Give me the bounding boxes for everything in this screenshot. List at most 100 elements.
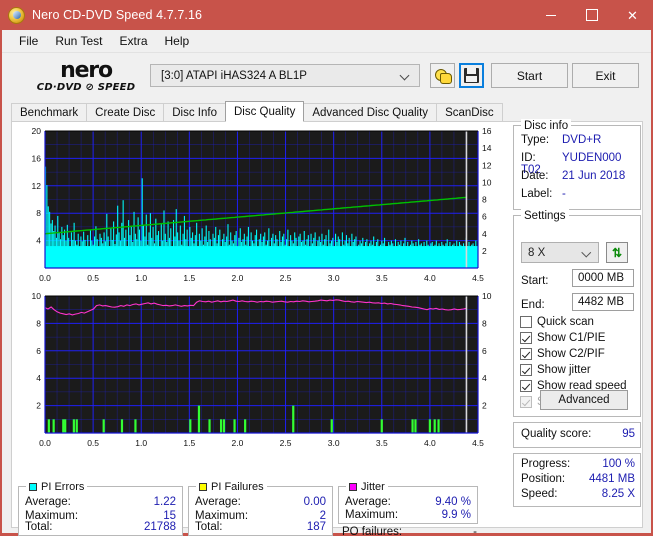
svg-text:2: 2: [482, 401, 487, 411]
svg-text:6: 6: [36, 346, 41, 356]
nero-cd-dvd-speed-window: Nero CD-DVD Speed 4.7.7.16 ✕ File Run Te…: [0, 0, 653, 536]
window-client-area: File Run Test Extra Help nero CD·DVD ⊘ S…: [2, 30, 651, 536]
refresh-arrows-icon: ⇅: [611, 245, 623, 260]
svg-text:8: 8: [482, 318, 487, 328]
checkbox-show-jitter[interactable]: Show jitter: [520, 364, 591, 376]
quality-score-row: Quality score: 95: [521, 428, 635, 440]
checkbox-checked-icon: [520, 332, 532, 344]
svg-text:1.0: 1.0: [135, 438, 147, 448]
svg-text:2.5: 2.5: [280, 438, 292, 448]
pi-failures-total-value: 187: [306, 521, 326, 533]
svg-text:2.5: 2.5: [280, 273, 292, 283]
checkbox-box-icon: [520, 316, 532, 328]
svg-text:4.0: 4.0: [424, 438, 436, 448]
tab-create-disc[interactable]: Create Disc: [86, 103, 165, 122]
start-button[interactable]: Start: [491, 63, 568, 88]
position-value: 4481 MB: [588, 473, 635, 485]
tab-benchmark[interactable]: Benchmark: [11, 103, 88, 122]
chevron-down-icon: [401, 71, 410, 80]
svg-text:0.0: 0.0: [39, 438, 51, 448]
jitter-maximum-label: Maximum:: [345, 509, 399, 521]
po-failures-value: -: [473, 526, 477, 536]
svg-text:1.5: 1.5: [183, 438, 195, 448]
save-results-button[interactable]: [459, 63, 484, 88]
speed-label: Speed:: [521, 488, 558, 500]
jitter-average-label: Average:: [345, 496, 391, 508]
svg-text:4.5: 4.5: [472, 273, 484, 283]
jitter-legend: Jitter: [346, 480, 388, 493]
svg-text:12: 12: [32, 181, 42, 191]
advanced-button[interactable]: Advanced: [540, 390, 628, 410]
toolbar: nero CD·DVD ⊘ SPEED [3:0] ATAPI iHAS324 …: [2, 53, 651, 99]
floppy-save-icon: [464, 68, 479, 83]
nero-logo: nero CD·DVD ⊘ SPEED: [25, 56, 147, 96]
jitter-stats-group: Jitter Average: 9.40 % Maximum: 9.9 %: [338, 480, 478, 524]
end-input[interactable]: 4482 MB: [572, 293, 634, 311]
disc-type-value: DVD+R: [562, 134, 602, 146]
svg-text:16: 16: [32, 153, 42, 163]
speed-row: Speed: 8.25 X: [521, 488, 635, 500]
pi-failures-total-label: Total:: [195, 521, 223, 533]
tab-advanced-disc-quality[interactable]: Advanced Disc Quality: [303, 103, 438, 122]
checkbox-show-c1-pie-label: Show C1/PIE: [537, 332, 606, 344]
speed-select[interactable]: 8 X: [521, 242, 599, 263]
svg-text:2: 2: [482, 246, 487, 256]
svg-text:0.0: 0.0: [39, 273, 51, 283]
jitter-pif-chart: 2 4 6 8 10 2 4 6 8 10 0.0 0.5 1.0 1.5 2.0 2.5 3.0 3.5 4.0 4…: [17, 290, 504, 453]
jitter-color-swatch: [349, 482, 357, 491]
svg-text:3.5: 3.5: [376, 438, 388, 448]
svg-text:10: 10: [482, 291, 492, 301]
tab-disc-info[interactable]: Disc Info: [163, 103, 226, 122]
checkbox-show-c1-pie[interactable]: Show C1/PIE: [520, 332, 605, 344]
menu-item-run-test[interactable]: Run Test: [47, 32, 111, 51]
pi-errors-legend-label: PI Errors: [41, 480, 85, 493]
svg-text:3.0: 3.0: [328, 438, 340, 448]
checkbox-show-jitter-label: Show jitter: [537, 364, 591, 376]
disc-label-value: -: [562, 188, 566, 200]
close-button[interactable]: ✕: [612, 0, 653, 30]
checkbox-show-c2-pif[interactable]: Show C2/PIF: [520, 348, 605, 360]
svg-text:8: 8: [36, 208, 41, 218]
svg-text:14: 14: [482, 143, 492, 153]
minimize-button[interactable]: [530, 0, 571, 30]
position-label: Position:: [521, 473, 566, 485]
tab-scandisc[interactable]: ScanDisc: [436, 103, 503, 122]
disc-type-label: Type:: [521, 134, 550, 146]
pi-errors-total-row: Total: 21788: [25, 521, 176, 533]
disc-date-value: 21 Jun 2018: [562, 170, 626, 182]
tab-disc-quality[interactable]: Disc Quality: [225, 101, 305, 122]
end-label: End:: [521, 299, 545, 311]
pi-errors-stats-group: PI Errors Average: 1.22 Maximum: 15 Tota…: [18, 480, 183, 536]
pi-errors-color-swatch: [29, 482, 37, 491]
svg-text:16: 16: [482, 126, 492, 136]
disc-quality-panel: 4 8 12 16 20 2 4 6 8 10 12 14 16 0.0 0.5 1.0 1.5 2.0 2.5 3.…: [11, 119, 643, 536]
pi-failures-average-value: 0.00: [303, 496, 326, 508]
svg-text:8: 8: [482, 195, 487, 205]
chevron-down-icon: [583, 249, 591, 257]
nero-logo-subtitle: CD·DVD ⊘ SPEED: [36, 81, 136, 93]
drive-select[interactable]: [3:0] ATAPI iHAS324 A BL1P: [150, 64, 420, 87]
maximize-button[interactable]: [571, 0, 612, 30]
pi-failures-total-row: Total: 187: [195, 521, 326, 533]
svg-text:3.5: 3.5: [376, 273, 388, 283]
jitter-maximum-value: 9.9 %: [441, 509, 471, 521]
eject-disc-button[interactable]: [430, 63, 455, 88]
svg-text:0.5: 0.5: [87, 273, 99, 283]
menu-item-extra[interactable]: Extra: [111, 32, 156, 51]
app-disc-icon: [8, 6, 25, 24]
menu-item-help[interactable]: Help: [157, 32, 199, 51]
jitter-average-row: Average: 9.40 %: [345, 496, 471, 508]
pi-failures-legend-label: PI Failures: [211, 480, 264, 493]
progress-group: Progress: 100 % Position: 4481 MB Speed:…: [513, 453, 641, 507]
exit-button[interactable]: Exit: [572, 63, 639, 88]
svg-text:2.0: 2.0: [232, 273, 244, 283]
checkbox-quick-scan[interactable]: Quick scan: [520, 316, 594, 328]
refresh-button[interactable]: ⇅: [606, 242, 628, 263]
nero-logo-wordmark: nero: [60, 57, 113, 83]
checkbox-checked-icon: [520, 364, 532, 376]
checkbox-quick-scan-label: Quick scan: [537, 316, 594, 328]
progress-row: Progress: 100 %: [521, 458, 635, 470]
start-input[interactable]: 0000 MB: [572, 269, 634, 287]
menu-item-file[interactable]: File: [11, 32, 47, 51]
svg-text:4: 4: [482, 229, 487, 239]
